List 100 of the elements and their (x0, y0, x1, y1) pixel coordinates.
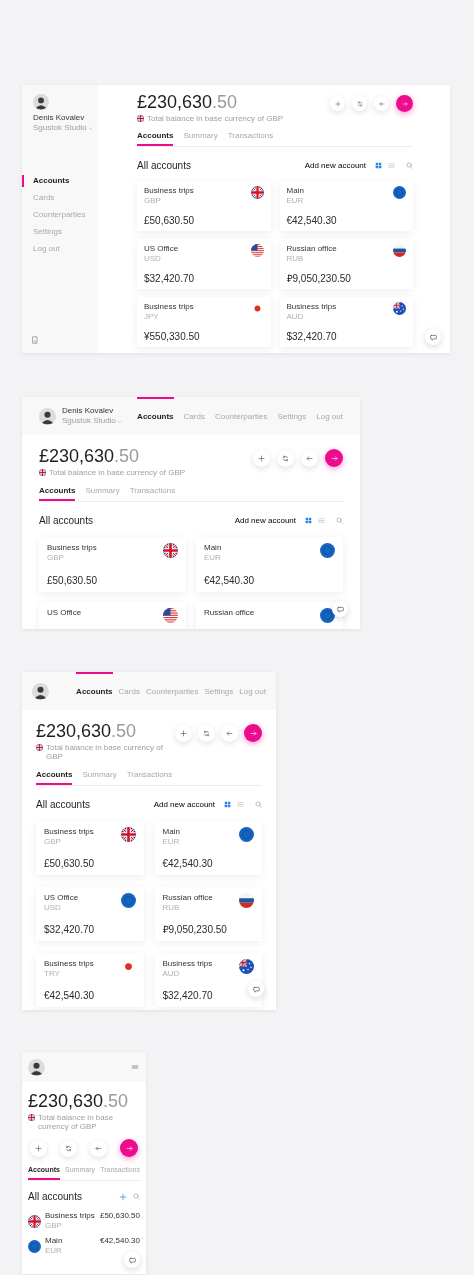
account-card[interactable]: Main EUR €42,540.30 (279, 181, 413, 231)
section-title: All accounts (28, 1190, 82, 1204)
account-card[interactable]: Business trips TRY €42,540.30 (36, 953, 144, 1007)
add-account-button[interactable] (119, 1192, 127, 1201)
account-currency: RUB (162, 903, 181, 913)
grid-view-icon[interactable] (305, 517, 312, 524)
arrow-left-icon (95, 1144, 102, 1152)
avatar[interactable] (39, 407, 56, 425)
account-card[interactable]: Business trips JPY ¥550,330.50 (137, 297, 271, 347)
add-account-link[interactable]: Add new account (234, 514, 296, 527)
account-balance: €42,540.30 (162, 858, 214, 870)
account-card[interactable]: Business trips AUD $32,420.70 (279, 297, 413, 347)
list-view-icon[interactable] (318, 517, 325, 524)
caret-icon (87, 125, 93, 131)
refresh-button[interactable] (352, 96, 367, 111)
forward-button[interactable] (244, 724, 262, 742)
account-name: Business trips (44, 827, 94, 837)
arrow-right-icon (125, 1144, 133, 1152)
arrow-right-icon (330, 454, 338, 462)
account-currency: EUR (45, 1246, 63, 1256)
menu-icon (131, 1063, 139, 1071)
chat-button[interactable] (425, 329, 441, 345)
account-card[interactable]: Russian office RUB ₽9,050,230.50 (279, 239, 413, 289)
nav-link[interactable]: Accounts (137, 397, 174, 435)
chat-icon (252, 985, 260, 993)
back-button[interactable] (221, 724, 238, 742)
back-button[interactable] (374, 96, 389, 111)
account-currency: RUB (286, 254, 305, 264)
grid-view-icon[interactable] (375, 162, 382, 169)
refresh-icon (65, 1144, 72, 1152)
plus-icon (334, 100, 341, 107)
refresh-button[interactable] (60, 1139, 77, 1157)
account-name: Business trips (44, 959, 94, 969)
forward-button[interactable] (396, 95, 413, 112)
account-balance: €42,540.30 (99, 1236, 140, 1246)
tab[interactable]: Accounts (39, 486, 76, 501)
account-card[interactable]: US Office (39, 602, 186, 629)
plus-icon (258, 454, 265, 462)
arrow-left-icon (226, 729, 233, 737)
user-name: Denis Kovalev (62, 406, 115, 416)
account-name: Business trips (286, 302, 337, 312)
balance-note: Total balance in base currency of GBP (38, 1113, 115, 1131)
list-view-icon[interactable] (237, 801, 244, 808)
account-balance: £50,630.50 (99, 1211, 140, 1221)
account-row[interactable]: Business trips GBP £50,630.50 (28, 1211, 140, 1231)
account-card[interactable]: Main EUR €42,540.30 (196, 537, 343, 592)
account-name: Main (45, 1236, 64, 1246)
account-card[interactable]: Business trips AUD $32,420.70 (154, 953, 262, 1007)
add-account-link[interactable]: Add new account (153, 798, 215, 811)
account-currency: GBP (45, 1221, 63, 1231)
section-title: All accounts (36, 798, 90, 812)
account-currency: GBP (47, 553, 65, 563)
plus-icon (180, 729, 187, 737)
refresh-icon (282, 454, 289, 462)
account-balance: ₽9,050,230.50 (162, 924, 228, 936)
grid-view-icon[interactable] (224, 801, 231, 808)
account-balance: £50,630.50 (44, 858, 96, 870)
account-card[interactable]: US Office USD $32,420.70 (36, 887, 144, 941)
account-name: Business trips (45, 1211, 96, 1221)
tab[interactable]: Accounts (137, 131, 174, 146)
account-currency: USD (44, 903, 62, 913)
account-card[interactable]: Business trips GBP £50,630.50 (137, 181, 271, 231)
avatar[interactable] (33, 94, 49, 110)
add-button[interactable] (253, 449, 270, 467)
forward-button[interactable] (120, 1139, 138, 1157)
menu-button[interactable] (130, 1062, 140, 1072)
account-currency: GBP (44, 837, 62, 847)
balance-note: Total balance in base currency of GBP (46, 743, 164, 761)
account-card[interactable]: Russian office RUB ₽9,050,230.50 (154, 887, 262, 941)
add-account-link[interactable]: Add new account (304, 159, 366, 172)
account-card[interactable]: Business trips GBP £50,630.50 (39, 537, 186, 592)
account-name: Russian office (162, 893, 213, 903)
refresh-button[interactable] (198, 724, 215, 742)
account-row[interactable]: Main EUR €42,540.30 (28, 1236, 140, 1256)
forward-button[interactable] (325, 449, 343, 467)
account-card[interactable]: Russian office (196, 602, 343, 629)
back-button[interactable] (90, 1139, 107, 1157)
account-name: Business trips (162, 959, 213, 969)
search-icon (255, 801, 262, 808)
chat-button[interactable] (332, 601, 348, 617)
add-button[interactable] (330, 96, 345, 111)
account-currency: EUR (286, 196, 304, 206)
list-view-icon[interactable] (388, 162, 395, 169)
account-balance: £50,630.50 (47, 575, 99, 587)
nav-link[interactable]: Accounts (76, 672, 113, 710)
back-button[interactable] (301, 449, 318, 467)
account-card[interactable]: Main EUR €42,540.30 (154, 821, 262, 875)
chat-button[interactable] (124, 1252, 140, 1268)
sidebar-item[interactable]: Accounts (22, 175, 98, 187)
chat-button[interactable] (248, 981, 264, 997)
tab[interactable]: Accounts (36, 770, 73, 785)
account-currency: TRY (44, 969, 61, 979)
avatar[interactable] (28, 1058, 45, 1076)
add-button[interactable] (175, 724, 192, 742)
account-card[interactable]: Business trips GBP £50,630.50 (36, 821, 144, 875)
avatar[interactable] (32, 682, 49, 700)
account-balance: $32,420.70 (162, 990, 214, 1002)
add-button[interactable] (30, 1139, 47, 1157)
refresh-button[interactable] (277, 449, 294, 467)
account-card[interactable]: US Office USD $32,420.70 (137, 239, 271, 289)
